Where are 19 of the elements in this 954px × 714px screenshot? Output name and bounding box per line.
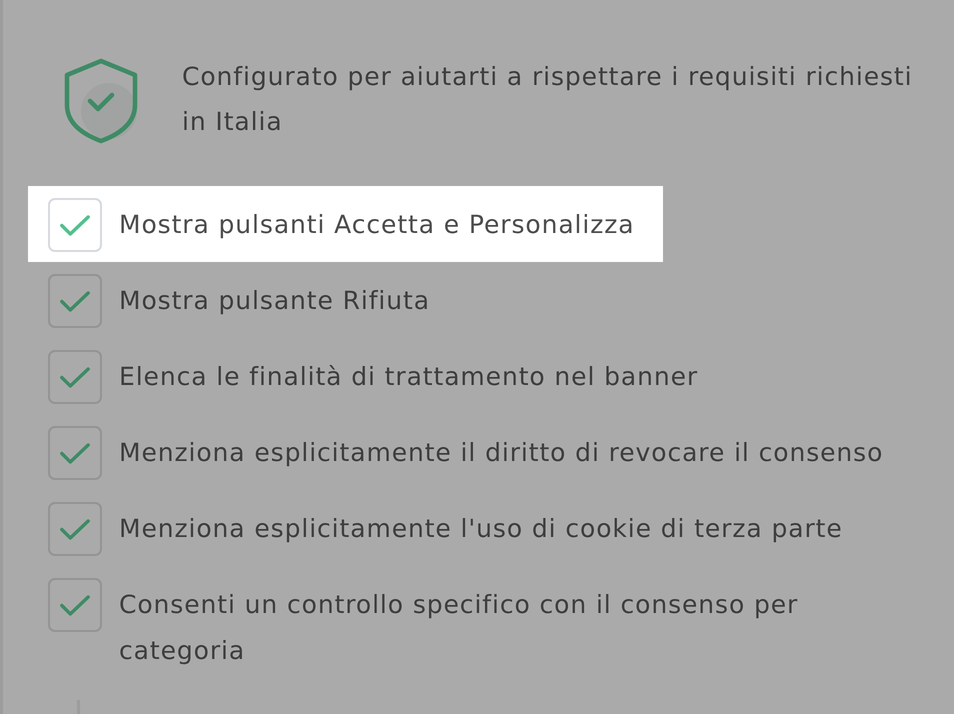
checkbox[interactable] xyxy=(48,578,102,632)
checkmark-icon xyxy=(59,214,91,236)
checkmark-icon xyxy=(59,518,91,540)
checkbox[interactable] xyxy=(48,426,102,480)
checkbox[interactable] xyxy=(48,502,102,556)
option-label: Mostra pulsante Rifiuta xyxy=(119,285,430,317)
checkmark-icon xyxy=(59,594,91,616)
option-label: Menziona esplicitamente l'uso di cookie di terza parte xyxy=(119,513,843,545)
checkbox[interactable] xyxy=(48,350,102,404)
checkbox[interactable] xyxy=(48,274,102,328)
option-label: Elenca le finalità di trattamento nel banner xyxy=(119,361,698,393)
option-label: Mostra pulsanti Accetta e Personalizza xyxy=(119,209,634,241)
checkmark-icon xyxy=(59,366,91,388)
shield-check-icon xyxy=(62,58,140,144)
checkmark-icon xyxy=(59,290,91,312)
checkmark-icon xyxy=(59,442,91,464)
option-label: Menziona esplicitamente il diritto di revocare il consenso xyxy=(119,437,884,469)
notice-text: Configurato per aiutarti a rispettare i requisiti richiesti in Italia xyxy=(182,61,914,138)
option-label: Consenti un controllo specifico con il consenso per categoria xyxy=(119,589,800,667)
